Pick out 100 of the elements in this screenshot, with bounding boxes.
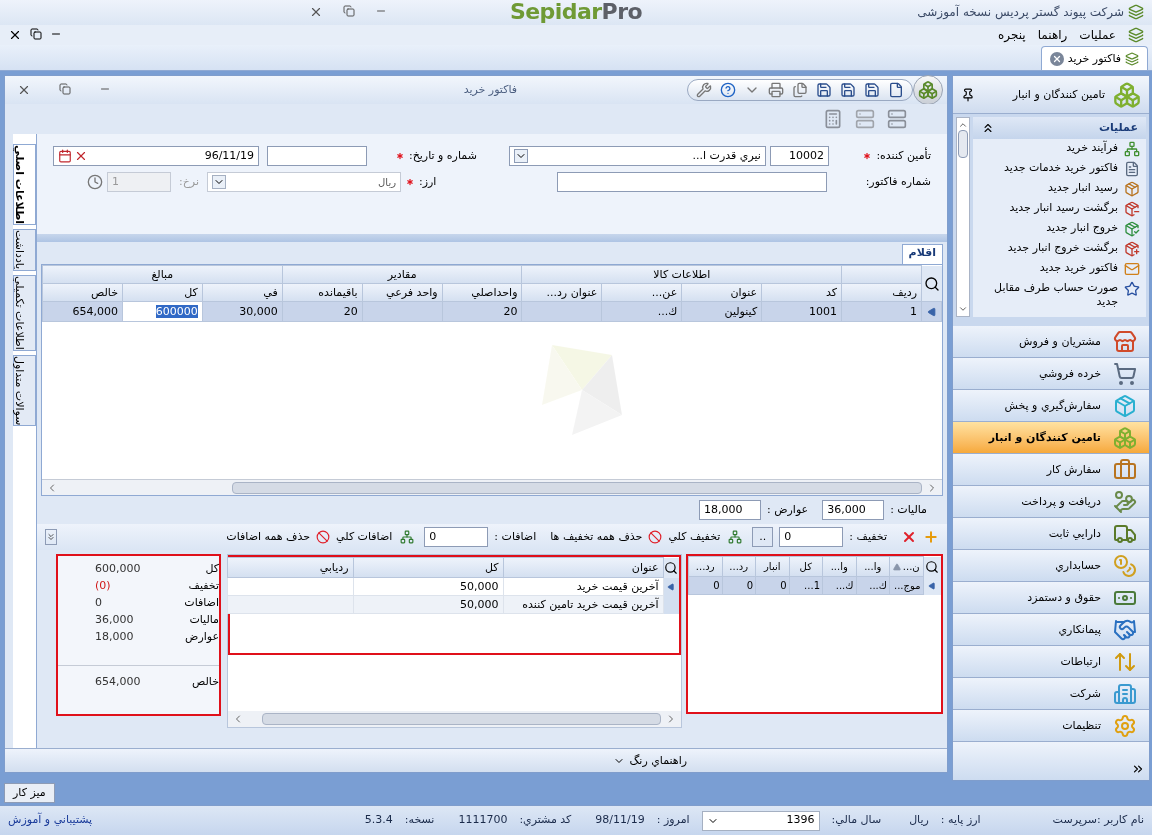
- module-button[interactable]: حقوق و دستمزد: [953, 582, 1149, 615]
- server-icon[interactable]: [887, 109, 907, 130]
- column-header[interactable]: كل: [789, 556, 823, 577]
- module-button[interactable]: تنظيمات: [953, 710, 1149, 743]
- calendar-button[interactable]: [58, 149, 72, 164]
- field-label: تخفيف :: [849, 529, 887, 546]
- column-header[interactable]: واحداصلي: [442, 283, 522, 302]
- scrollbar-thumb[interactable]: [261, 713, 662, 726]
- remove-additions-button[interactable]: حذف همه اضافات: [226, 529, 311, 546]
- column-header[interactable]: رديابي: [227, 557, 353, 578]
- summary-label: ماليات: [188, 611, 219, 628]
- copy-icon[interactable]: [792, 82, 808, 99]
- module-button[interactable]: سفارش كار: [953, 454, 1149, 487]
- side-tab[interactable]: سوالات متداول: [13, 354, 36, 426]
- discount-field[interactable]: 0: [779, 527, 844, 548]
- sidebar-link[interactable]: رسيد انبار جديد: [1047, 181, 1118, 196]
- status-text: 98/11/19: [595, 812, 645, 829]
- search-icon[interactable]: [923, 275, 940, 292]
- tab-close-button[interactable]: [1049, 51, 1064, 66]
- field-label: تأمین کننده:: [876, 148, 931, 165]
- restore-button[interactable]: [30, 27, 42, 40]
- module-button[interactable]: خرده فروشي: [953, 358, 1149, 391]
- column-header[interactable]: رد...: [722, 556, 756, 577]
- pin-button[interactable]: [961, 87, 975, 102]
- support-link[interactable]: پشتيباني و آموزش: [8, 812, 93, 829]
- column-header[interactable]: عنوان: [503, 557, 663, 578]
- save-icon[interactable]: [840, 82, 856, 99]
- column-header[interactable]: عن...: [601, 283, 682, 302]
- module-button[interactable]: دارايي ثابت: [953, 518, 1149, 551]
- column-header[interactable]: كل: [353, 557, 503, 578]
- module-button[interactable]: دريافت و پرداخت: [953, 486, 1149, 519]
- column-header[interactable]: رد...: [688, 556, 722, 577]
- amount-field[interactable]: 18,000: [699, 500, 762, 521]
- remove-discounts-button[interactable]: حذف همه تخفيف ها: [550, 529, 643, 546]
- save-icon[interactable]: [864, 82, 880, 99]
- column-header[interactable]: وا...: [822, 556, 856, 577]
- clock-button[interactable]: [87, 174, 104, 191]
- wrench-icon[interactable]: [696, 82, 712, 99]
- collapse-button[interactable]: [45, 529, 57, 546]
- server-icon[interactable]: [855, 109, 875, 130]
- column-header[interactable]: خالص: [42, 283, 123, 302]
- additions-field[interactable]: 0: [424, 527, 489, 548]
- module-button[interactable]: حسابداري: [953, 550, 1149, 583]
- help-icon[interactable]: [720, 82, 736, 99]
- sidebar-link[interactable]: فاكتور خريد خدمات جديد: [1004, 161, 1118, 176]
- column-header[interactable]: عنوان: [681, 283, 762, 302]
- document-tab[interactable]: فاکتور خرید: [1040, 46, 1148, 71]
- supplier-combo[interactable]: نيري قدرت ا...: [508, 146, 766, 167]
- side-tab[interactable]: يادداشت: [13, 229, 36, 271]
- currency-combo[interactable]: ريال: [207, 172, 401, 193]
- app-menu-button[interactable]: [913, 75, 943, 106]
- more-button[interactable]: ..: [752, 527, 774, 548]
- column-header[interactable]: انبار: [755, 556, 789, 577]
- module-button[interactable]: پيمانكاري: [953, 614, 1149, 647]
- sidebar-link[interactable]: خروج انبار جديد: [1046, 221, 1118, 236]
- amount-field[interactable]: 36,000: [822, 500, 885, 521]
- module-button[interactable]: تامين كنندگان و انبار: [953, 422, 1149, 455]
- sidebar-link[interactable]: فرآيند خريد: [1066, 141, 1118, 156]
- new-document-icon[interactable]: [888, 82, 904, 99]
- sidebar-link[interactable]: برگشت خروج انبار جديد: [1007, 241, 1118, 256]
- side-tab[interactable]: اطلاعات تكميلي: [13, 274, 36, 351]
- desk-button[interactable]: ميز كار: [4, 783, 55, 804]
- number-field[interactable]: [267, 146, 368, 167]
- scrollbar-thumb[interactable]: [232, 481, 922, 494]
- tab-icon: [1125, 51, 1139, 66]
- print-icon[interactable]: [768, 82, 784, 99]
- calculator-icon[interactable]: [823, 109, 843, 130]
- module-button[interactable]: ارتباطات: [953, 646, 1149, 679]
- save-icon[interactable]: [816, 82, 832, 99]
- overall-discount-button[interactable]: تخفيف كلي: [668, 529, 721, 546]
- column-header[interactable]: رديف: [841, 283, 922, 302]
- date-field[interactable]: 96/11/19: [53, 146, 260, 167]
- side-tab[interactable]: اطلاعات اصلي: [13, 144, 36, 226]
- sidebar-link[interactable]: فاكتور خريد جديد: [1039, 261, 1118, 276]
- menu-item[interactable]: پنجره: [998, 25, 1026, 44]
- sidebar-link[interactable]: صورت حساب طرف مقابل جديد: [979, 281, 1118, 310]
- column-header[interactable]: ن...: [889, 556, 923, 577]
- overall-additions-button[interactable]: اضافات كلي: [336, 529, 393, 546]
- module-button[interactable]: سفارش‌گيري و پخش: [953, 390, 1149, 423]
- section-header[interactable]: عمليات: [973, 117, 1146, 140]
- table-cell: كينولين: [681, 301, 762, 322]
- column-header[interactable]: عنوان رد...: [521, 283, 602, 302]
- fiscal-year-combo[interactable]: 1396: [701, 810, 820, 831]
- menu-item[interactable]: راهنما: [1037, 25, 1068, 44]
- column-header[interactable]: واحد فرعي: [362, 283, 443, 302]
- module-button[interactable]: مشتريان و فروش: [953, 326, 1149, 359]
- column-header[interactable]: باقيمانده: [282, 283, 363, 302]
- items-tab[interactable]: اقلام: [901, 244, 943, 265]
- column-header[interactable]: كل: [122, 283, 203, 302]
- module-button[interactable]: شركت: [953, 678, 1149, 711]
- menu-item[interactable]: عملیات: [1079, 25, 1116, 44]
- column-header[interactable]: في: [202, 283, 283, 302]
- sidebar-link[interactable]: برگشت رسيد انبار جديد: [1009, 201, 1118, 216]
- app-logo: SepidarPro: [509, 1, 643, 24]
- code-field[interactable]: 10002: [769, 146, 829, 167]
- column-group-header: مقادير: [387, 267, 417, 281]
- column-header[interactable]: وا...: [856, 556, 890, 577]
- invoice-number-field[interactable]: [557, 172, 827, 193]
- vertical-scrollbar[interactable]: [956, 117, 970, 318]
- column-header[interactable]: كد: [761, 283, 842, 302]
